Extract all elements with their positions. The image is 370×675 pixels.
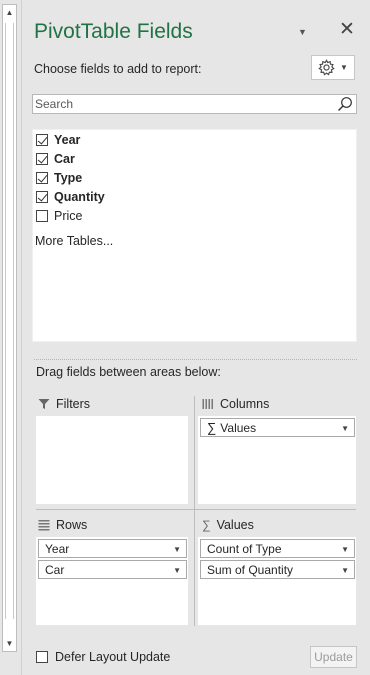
filters-area-header: Filters: [38, 397, 90, 411]
values-label: Values: [216, 518, 254, 532]
update-button[interactable]: Update: [310, 646, 357, 668]
columns-label: Columns: [220, 397, 270, 411]
field-label: Year: [54, 132, 81, 147]
values-item-count-of-type[interactable]: Count of Type ▼: [200, 539, 355, 558]
checkbox-type[interactable]: [36, 171, 48, 184]
scroll-thumb[interactable]: [5, 23, 14, 619]
field-label: Price: [54, 208, 83, 223]
defer-label: Defer Layout Update: [55, 650, 171, 664]
filters-drop-area[interactable]: [36, 416, 188, 504]
search-icon[interactable]: [337, 96, 353, 112]
values-item-sum-of-quantity[interactable]: Sum of Quantity ▼: [200, 560, 355, 579]
area-separator-horizontal: [36, 509, 356, 510]
rows-item-year[interactable]: Year ▼: [38, 539, 187, 558]
tools-button[interactable]: ▼: [311, 55, 355, 80]
checkbox-quantity[interactable]: [36, 190, 48, 203]
columns-area-header: Columns: [202, 397, 269, 411]
scroll-up-icon[interactable]: ▲: [3, 5, 16, 20]
pivottable-fields-pane: PivotTable Fields ▼ ✕ Choose fields to a…: [22, 0, 370, 675]
filters-label: Filters: [56, 397, 91, 411]
field-item-quantity[interactable]: Quantity: [36, 188, 105, 205]
field-label: Quantity: [54, 189, 105, 204]
splitter-dotted[interactable]: [34, 359, 357, 360]
chevron-down-icon[interactable]: ▼: [173, 566, 181, 575]
drag-fields-label: Drag fields between areas below:: [36, 365, 221, 379]
chevron-down-icon: ▼: [340, 63, 348, 72]
columns-icon: [202, 399, 213, 409]
filter-icon: [38, 399, 50, 409]
chevron-down-icon[interactable]: ▼: [341, 566, 349, 575]
rows-icon: [38, 520, 50, 531]
area-item-label: Count of Type: [207, 541, 282, 556]
area-item-label: Values: [220, 420, 257, 435]
defer-checkbox[interactable]: [36, 651, 48, 663]
values-area-header: ∑ Values: [202, 518, 254, 532]
field-item-year[interactable]: Year: [36, 131, 80, 148]
chevron-down-icon[interactable]: ▼: [341, 545, 349, 554]
field-search-box[interactable]: [32, 94, 357, 114]
field-list: Year Car Type Quantity Price More Tables…: [32, 129, 357, 342]
rows-label: Rows: [56, 518, 88, 532]
pane-title: PivotTable Fields: [34, 20, 193, 43]
choose-fields-label: Choose fields to add to report:: [34, 62, 202, 76]
rows-area-header: Rows: [38, 518, 87, 532]
sigma-icon: ∑: [202, 518, 211, 532]
field-label: Car: [54, 151, 75, 166]
scroll-down-icon[interactable]: ▼: [3, 636, 16, 651]
columns-item-values[interactable]: ∑ Values ▼: [200, 418, 355, 437]
area-item-label: Car: [45, 562, 65, 577]
defer-layout-update[interactable]: Defer Layout Update: [36, 650, 170, 664]
sigma-icon: ∑: [207, 420, 217, 435]
field-item-type[interactable]: Type: [36, 169, 82, 186]
field-item-price[interactable]: Price: [36, 207, 82, 224]
vertical-scrollbar[interactable]: ▲ ▼: [2, 4, 17, 652]
chevron-down-icon[interactable]: ▼: [341, 424, 349, 433]
field-item-car[interactable]: Car: [36, 150, 75, 167]
area-item-label: Year: [45, 541, 70, 556]
area-separator-vertical: [194, 396, 195, 626]
checkbox-year[interactable]: [36, 133, 48, 146]
checkbox-car[interactable]: [36, 152, 48, 165]
search-input[interactable]: [33, 95, 333, 113]
gear-icon: [318, 59, 335, 76]
field-label: Type: [54, 170, 83, 185]
task-pane-options-icon[interactable]: ▼: [298, 27, 307, 37]
checkbox-price[interactable]: [36, 209, 48, 222]
area-item-label: Sum of Quantity: [207, 562, 294, 577]
rows-item-car[interactable]: Car ▼: [38, 560, 187, 579]
more-tables-link[interactable]: More Tables...: [35, 234, 113, 248]
close-icon[interactable]: ✕: [339, 20, 355, 39]
chevron-down-icon[interactable]: ▼: [173, 545, 181, 554]
